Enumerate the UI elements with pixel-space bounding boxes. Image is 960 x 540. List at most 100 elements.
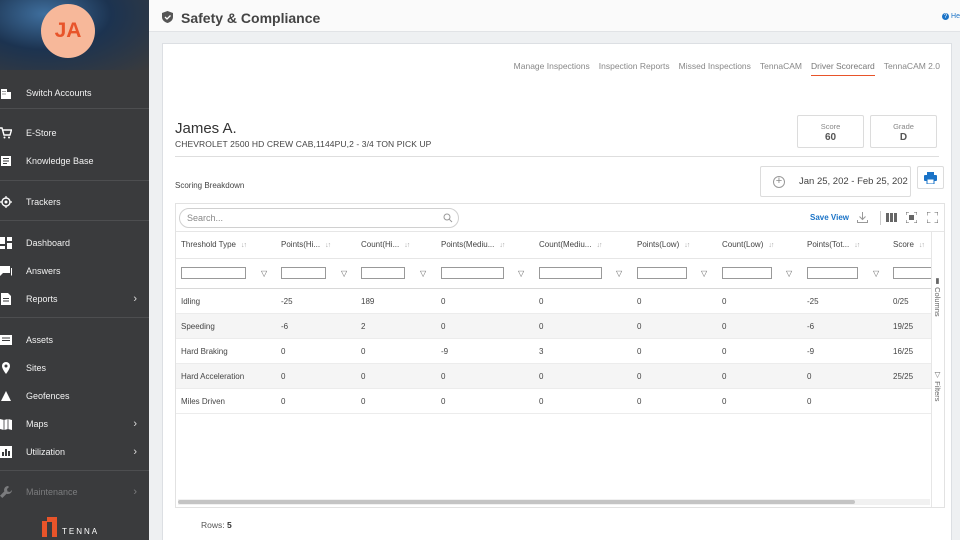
filter-input[interactable] (181, 267, 246, 279)
column-header[interactable]: Points(Low) ↓↑ (637, 240, 690, 249)
scorecard-panel: Manage Inspections Inspection Reports Mi… (162, 43, 952, 540)
asset-icon (0, 334, 12, 346)
table-row[interactable]: Speeding -6 2 0 0 0 0 -6 19/25 (176, 314, 931, 339)
column-header[interactable]: Points(Hi... ↓↑ (281, 240, 331, 249)
cell: 0 (539, 397, 544, 406)
cell: 0 (637, 322, 642, 331)
cell: 0 (807, 372, 812, 381)
tab-inspection-reports[interactable]: Inspection Reports (599, 61, 670, 76)
filter-icon[interactable]: ▽ (701, 269, 707, 278)
help-link[interactable]: ? He (942, 13, 960, 20)
sort-icon: ↓↑ (854, 242, 860, 249)
filter-input[interactable] (361, 267, 405, 279)
download-icon[interactable] (857, 212, 868, 223)
column-header[interactable]: Count(Mediu... ↓↑ (539, 240, 602, 249)
tab-manage-inspections[interactable]: Manage Inspections (514, 61, 590, 76)
column-header[interactable]: Score ↓↑ (893, 240, 925, 249)
cell: 0 (441, 322, 446, 331)
cell: 189 (361, 297, 375, 306)
sidebar-item-dashboard[interactable]: Dashboard (0, 230, 149, 256)
column-header[interactable]: Points(Mediu... ↓↑ (441, 240, 505, 249)
sidebar-item-label: Knowledge Base (26, 156, 94, 166)
density-icon[interactable] (906, 212, 917, 223)
sidebar-item-sites[interactable]: Sites (0, 355, 149, 381)
cell: 0 (637, 397, 642, 406)
sidebar-item-answers[interactable]: Answers (0, 258, 149, 284)
cell: 0 (722, 372, 727, 381)
table-row[interactable]: Miles Driven 0 0 0 0 0 0 0 (176, 389, 931, 414)
sidebar-item-maintenance[interactable]: Maintenance › (0, 479, 149, 505)
tab-bar: Manage Inspections Inspection Reports Mi… (514, 61, 940, 76)
chevron-right-icon: › (133, 486, 137, 498)
save-view-button[interactable]: Save View (810, 213, 849, 222)
column-header[interactable]: Points(Tot... ↓↑ (807, 240, 860, 249)
filter-icon[interactable]: ▽ (616, 269, 622, 278)
avatar[interactable]: JA (41, 4, 95, 58)
sidebar-item-maps[interactable]: Maps › (0, 411, 149, 437)
chat-icon (0, 265, 12, 277)
filter-input[interactable] (893, 267, 931, 279)
cell: -25 (281, 297, 293, 306)
filter-icon[interactable]: ▽ (786, 269, 792, 278)
filter-input[interactable] (539, 267, 602, 279)
table-row[interactable]: Hard Braking 0 0 -9 3 0 0 -9 16/25 (176, 339, 931, 364)
cell: 19/25 (893, 322, 914, 331)
search-input[interactable] (179, 208, 459, 228)
sidebar-item-reports[interactable]: Reports › (0, 286, 149, 312)
filter-icon[interactable]: ▽ (341, 269, 347, 278)
column-header[interactable]: Count(Hi... ↓↑ (361, 240, 410, 249)
filter-icon[interactable]: ▽ (518, 269, 524, 278)
table-row[interactable]: Idling -25 189 0 0 0 0 -25 0/25 (176, 289, 931, 314)
scoring-grid: Save View Threshold Type↓↑ Points(Hi...↓… (175, 203, 945, 508)
filters-panel-toggle[interactable]: ▽ Filters (933, 370, 942, 402)
cell: 0 (361, 347, 366, 356)
filter-input[interactable] (722, 267, 772, 279)
dashboard-icon (0, 237, 12, 249)
column-header[interactable]: Count(Low) ↓↑ (722, 240, 774, 249)
sort-icon: ↓↑ (241, 242, 247, 249)
filter-icon[interactable]: ▽ (261, 269, 267, 278)
sidebar-item-switch-accounts[interactable]: Switch Accounts (0, 80, 149, 106)
help-label: He (951, 13, 960, 20)
filter-input[interactable] (281, 267, 326, 279)
scrollbar-thumb[interactable] (178, 500, 855, 504)
filter-input[interactable] (441, 267, 504, 279)
tab-driver-scorecard[interactable]: Driver Scorecard (810, 61, 875, 76)
map-icon (0, 418, 12, 430)
columns-panel-toggle[interactable]: ▮ Columns (933, 276, 942, 317)
sidebar-item-utilization[interactable]: Utilization › (0, 439, 149, 465)
cell: 0/25 (893, 297, 909, 306)
filter-icon[interactable]: ▽ (420, 269, 426, 278)
sidebar-item-knowledge-base[interactable]: Knowledge Base (0, 148, 149, 174)
fullscreen-icon[interactable] (927, 212, 938, 223)
filter-input[interactable] (637, 267, 687, 279)
horizontal-scrollbar[interactable] (178, 499, 930, 505)
add-circle-icon[interactable]: + (773, 175, 785, 188)
column-header[interactable]: Threshold Type ↓↑ (181, 240, 247, 249)
cell: 0 (361, 397, 366, 406)
filter-input[interactable] (807, 267, 858, 279)
print-button[interactable] (917, 166, 944, 189)
vehicle-description: CHEVROLET 2500 HD CREW CAB,1144PU,2 - 3/… (175, 139, 432, 149)
table-row[interactable]: Hard Acceleration 0 0 0 0 0 0 0 25/25 (176, 364, 931, 389)
sort-icon: ↓↑ (918, 242, 925, 249)
sidebar-item-label: Dashboard (26, 238, 71, 248)
date-range-picker[interactable]: + Jan 25, 202 - Feb 25, 202 (760, 166, 911, 197)
filter-icon[interactable]: ▽ (873, 269, 879, 278)
cell: 2 (361, 322, 366, 331)
sidebar-item-geofences[interactable]: Geofences (0, 383, 149, 409)
cell: 0 (441, 297, 446, 306)
sidebar-item-assets[interactable]: Assets (0, 327, 149, 353)
sidebar-item-label: Assets (26, 335, 54, 345)
sidebar-item-trackers[interactable]: Trackers (0, 189, 149, 215)
tab-tennacam[interactable]: TennaCAM (760, 61, 802, 76)
tab-tennacam-2[interactable]: TennaCAM 2.0 (884, 61, 940, 76)
cell: 0 (722, 347, 727, 356)
grid-side-panel: ▮ Columns ▽ Filters (931, 232, 944, 507)
cell: -6 (807, 322, 815, 331)
tab-missed-inspections[interactable]: Missed Inspections (679, 61, 751, 76)
columns-icon[interactable] (886, 212, 897, 223)
sidebar-item-label: Geofences (26, 391, 70, 401)
page-title: Safety & Compliance (181, 10, 321, 26)
sidebar-item-e-store[interactable]: E-Store (0, 120, 149, 146)
